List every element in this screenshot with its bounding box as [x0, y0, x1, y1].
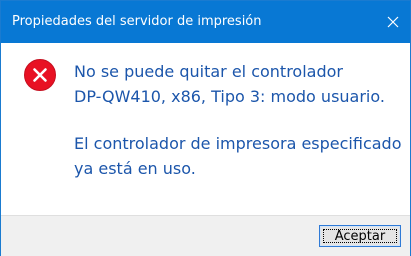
- close-icon: [387, 16, 399, 28]
- title-bar: Propiedades del servidor de impresión: [1, 1, 410, 43]
- accept-button[interactable]: Aceptar: [319, 225, 401, 247]
- accept-button-label: Aceptar: [323, 229, 397, 244]
- dialog-content: No se puede quitar el controlador DP-QW4…: [1, 43, 410, 215]
- error-detail-line: El controlador de impresora especificado: [74, 134, 402, 153]
- error-icon: [24, 59, 56, 91]
- close-button[interactable]: [376, 1, 410, 43]
- dialog-window: Propiedades del servidor de impresión No…: [0, 0, 411, 256]
- error-message-line: No se puede quitar el controlador: [74, 62, 343, 81]
- button-bar: Aceptar: [1, 215, 410, 256]
- error-message-line: DP-QW410, x86, Tipo 3: modo usuario.: [74, 87, 385, 106]
- error-detail-line: ya está en uso.: [74, 159, 196, 178]
- error-detail: El controlador de impresora especificado…: [74, 131, 402, 181]
- error-message: No se puede quitar el controlador DP-QW4…: [74, 59, 385, 109]
- window-title: Propiedades del servidor de impresión: [12, 14, 262, 29]
